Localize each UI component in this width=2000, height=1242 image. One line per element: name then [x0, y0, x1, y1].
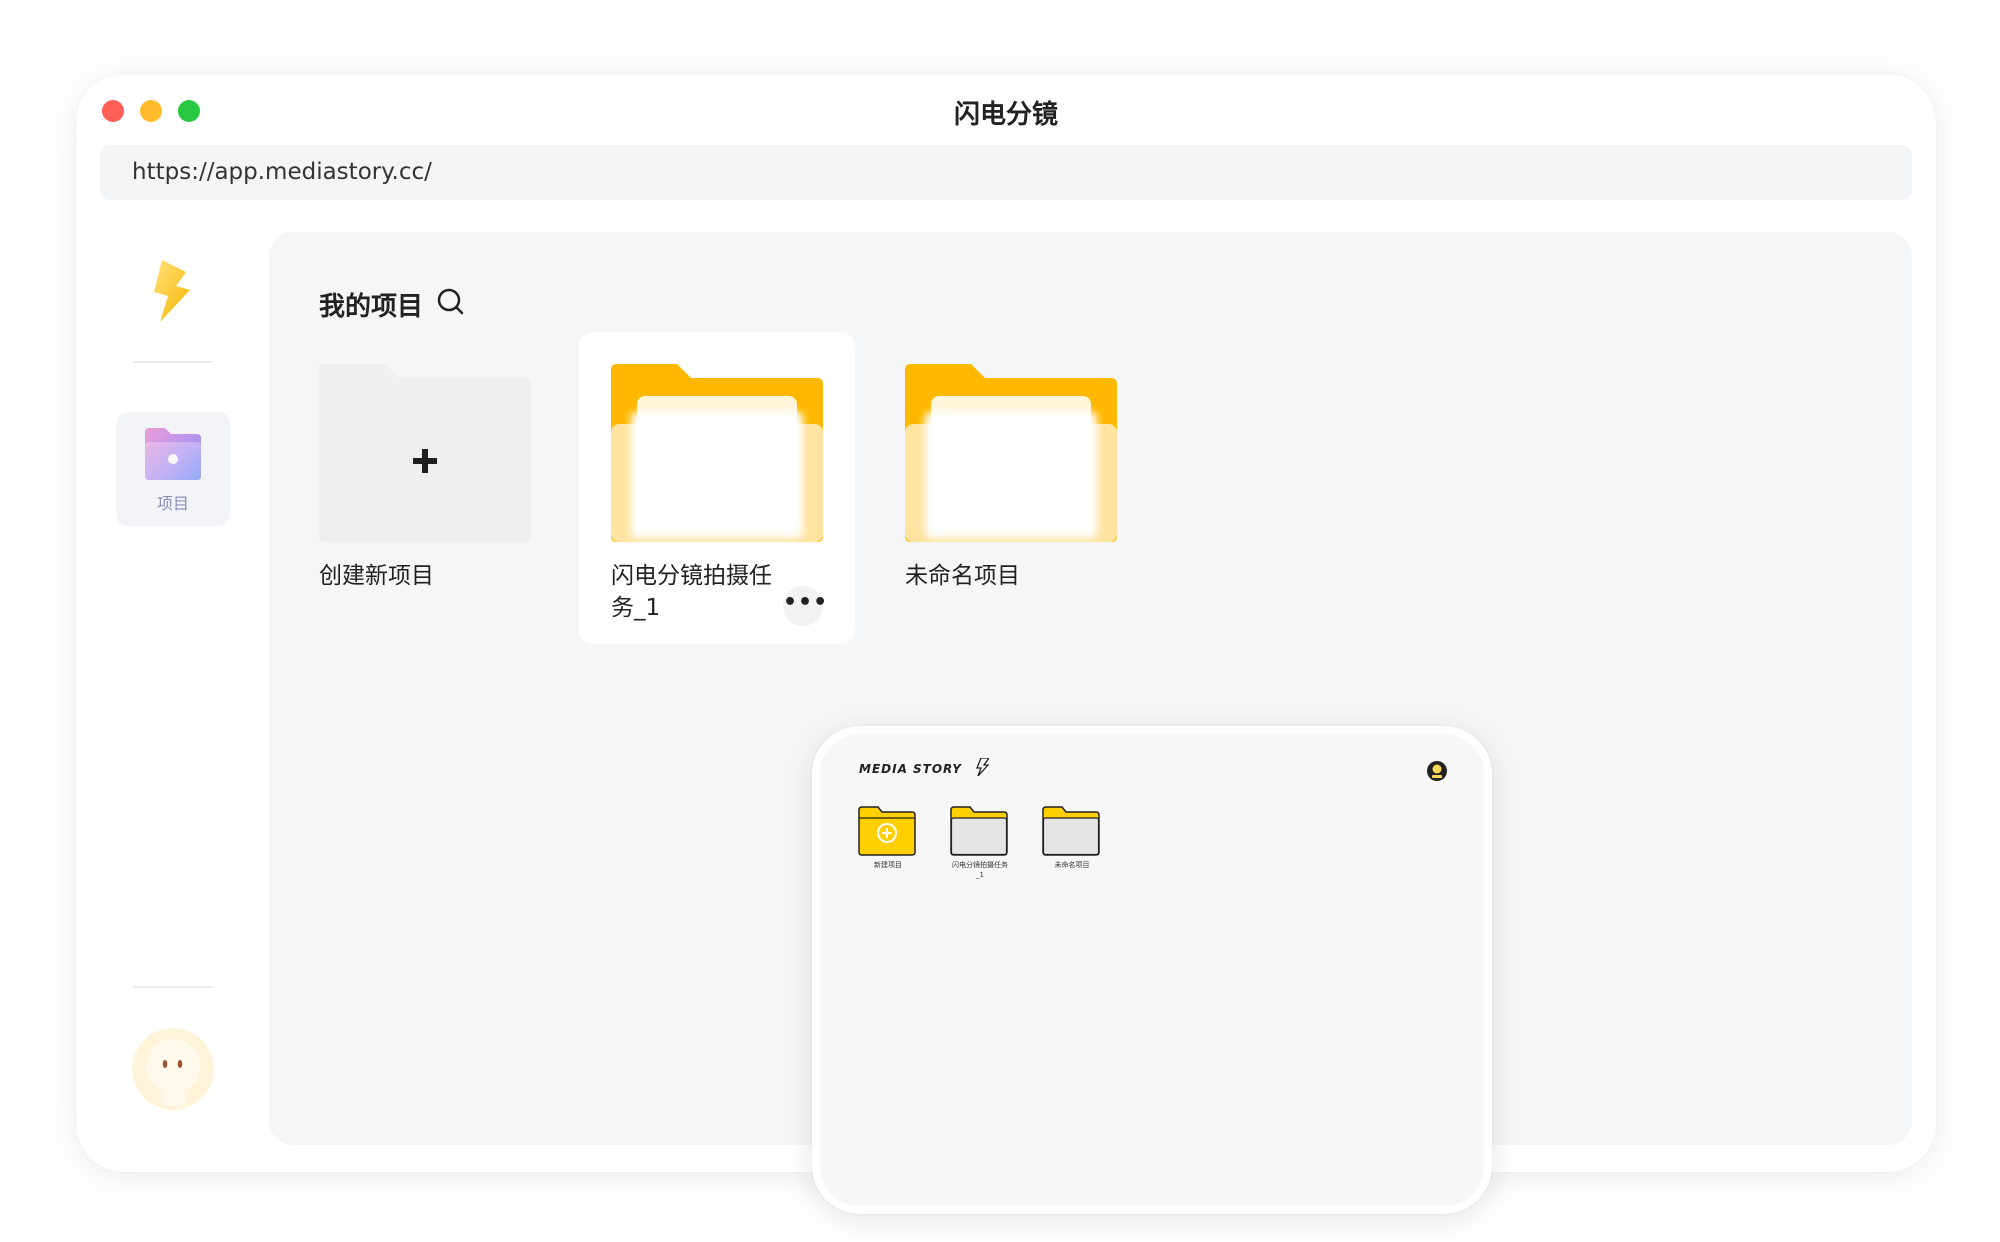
folder-icon	[1042, 806, 1100, 856]
sidebar-item-label: 项目	[156, 494, 189, 513]
sidebar-item-projects[interactable]: 项目	[116, 412, 230, 526]
project-card-1[interactable]: 闪电分镜拍摄任务_1 •••	[579, 332, 855, 644]
card-title: 未命名项目	[905, 563, 1020, 589]
add-folder-icon	[858, 806, 916, 856]
folder-icon	[611, 364, 823, 542]
rail-divider-bottom	[133, 986, 213, 988]
projects-folder-icon	[145, 428, 201, 480]
tablet-item-label: 新建项目	[874, 861, 902, 869]
url-bar[interactable]: https://app.mediastory.cc/	[100, 145, 1912, 200]
add-folder-icon	[319, 364, 531, 542]
lightning-icon	[976, 758, 989, 776]
more-options-button[interactable]: •••	[783, 586, 827, 626]
section-title: 我的项目	[319, 292, 424, 322]
user-avatar[interactable]	[132, 1028, 214, 1110]
window-title: 闪电分镜	[953, 100, 1058, 130]
rail-divider-top	[133, 361, 213, 363]
folder-icon	[905, 364, 1117, 542]
card-title: 创建新项目	[319, 563, 434, 589]
card-title: 闪电分镜拍摄任务_1	[611, 563, 772, 621]
tablet-item-label: 闪电分镜拍摄任务_1	[952, 861, 1008, 879]
lightning-logo-icon[interactable]	[152, 260, 192, 322]
tablet-item-label: 未命名项目	[1054, 861, 1090, 869]
tablet-preview: MEDIA STORY 新建项目 闪电分镜拍摄任务_1 未命名项目	[812, 726, 1492, 1214]
user-avatar[interactable]	[1427, 761, 1447, 781]
tablet-brand-logo: MEDIA STORY	[859, 762, 962, 776]
search-icon[interactable]	[435, 286, 465, 316]
folder-icon	[950, 806, 1008, 856]
tablet-screen: MEDIA STORY 新建项目 闪电分镜拍摄任务_1 未命名项目	[820, 734, 1484, 1206]
